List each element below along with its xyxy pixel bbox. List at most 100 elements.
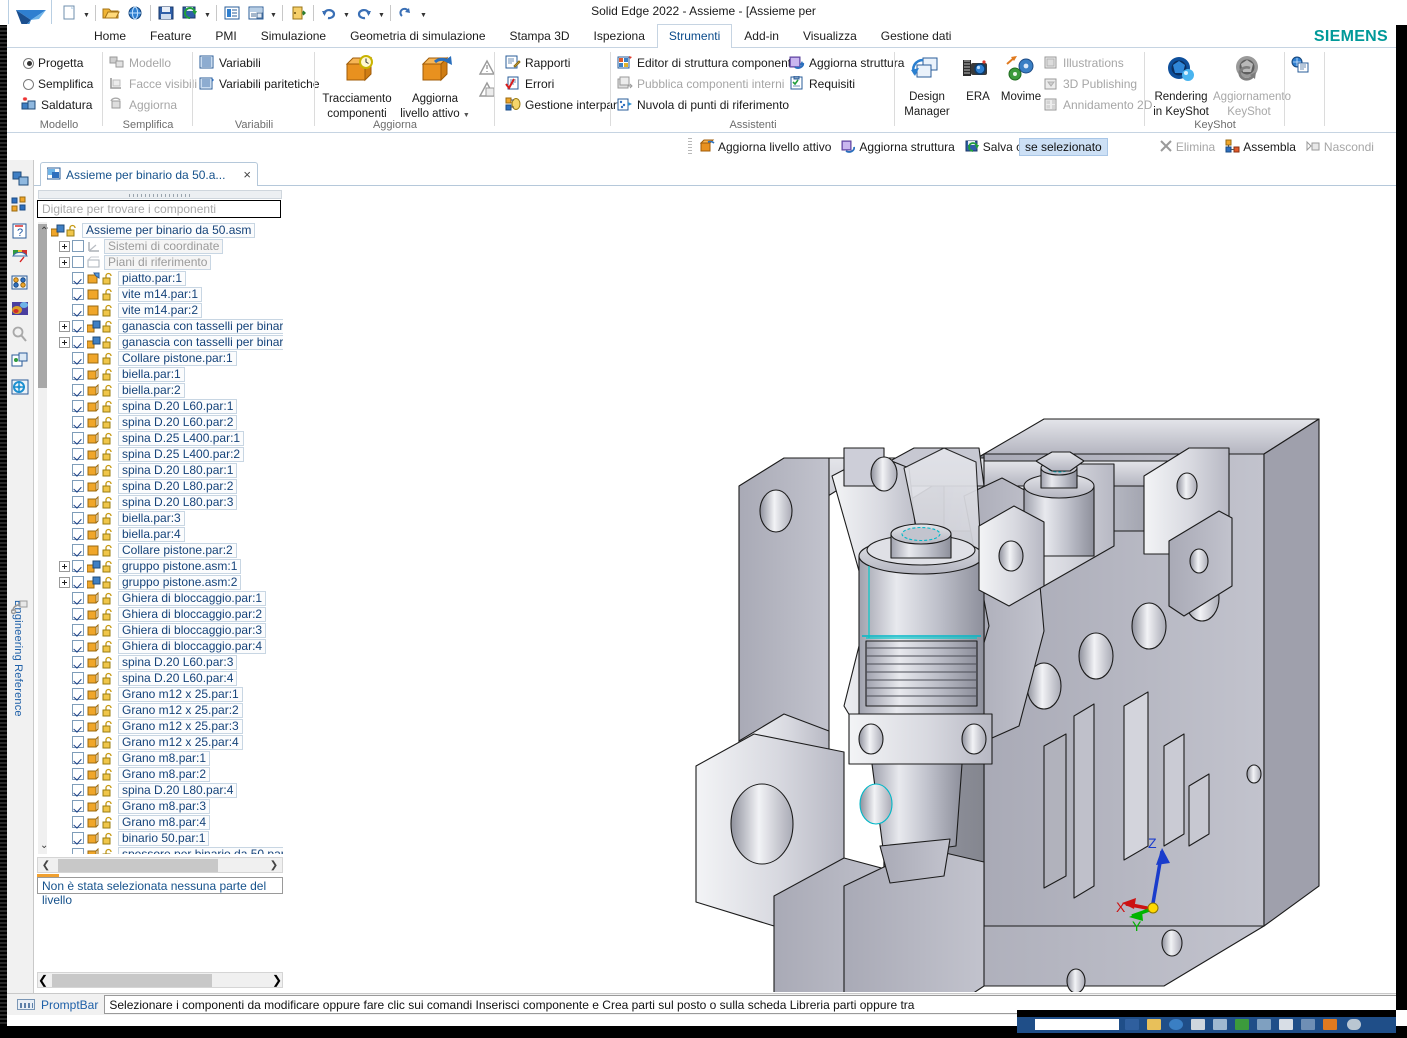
tree-item-row[interactable]: binario 50.par:1: [37, 830, 283, 846]
tree-item-row[interactable]: Grano m12 x 25.par:3: [37, 718, 283, 734]
repeat-icon[interactable]: [395, 3, 417, 24]
visibility-checkbox[interactable]: [72, 304, 84, 316]
tree-item-row[interactable]: Grano m8.par:3: [37, 798, 283, 814]
redo-icon[interactable]: [353, 3, 375, 24]
panel-bottom-scrollbar[interactable]: ❮ ❯: [37, 972, 283, 988]
customize-qat-caret[interactable]: ▼: [419, 3, 428, 24]
tab-strumenti[interactable]: Strumenti: [656, 24, 733, 49]
visibility-checkbox[interactable]: [72, 624, 84, 636]
tree-item-row[interactable]: biella.par:2: [37, 382, 283, 398]
taskbar-app1-icon[interactable]: [1191, 1019, 1205, 1030]
visibility-checkbox[interactable]: [72, 688, 84, 700]
visibility-checkbox[interactable]: [72, 352, 84, 364]
toolbar-drag-grip[interactable]: [688, 138, 692, 156]
tree-item-row[interactable]: Ghiera di bloccaggio.par:4: [37, 638, 283, 654]
save-icon[interactable]: [155, 3, 177, 24]
visibility-checkbox[interactable]: [72, 256, 84, 268]
taskbar-app7-icon[interactable]: [1323, 1019, 1337, 1030]
tab-add-in[interactable]: Add-in: [732, 24, 791, 48]
visibility-checkbox[interactable]: [72, 640, 84, 652]
taskbar-app3-icon[interactable]: [1235, 1019, 1249, 1030]
tree-item-row[interactable]: spina D.25 L400.par:2: [37, 446, 283, 462]
print-preview-icon[interactable]: [245, 3, 267, 24]
save-dropdown-caret[interactable]: ▼: [203, 3, 212, 24]
expand-plus-icon[interactable]: [59, 256, 70, 268]
3d-publishing-button[interactable]: 3D Publishing: [1043, 74, 1137, 94]
visibility-checkbox[interactable]: [72, 448, 84, 460]
undo-dropdown-caret[interactable]: ▼: [342, 3, 351, 24]
aggiorna-struttura-button[interactable]: Aggiorna struttura: [789, 53, 904, 73]
modello-saldatura-button[interactable]: Saldatura: [21, 95, 92, 115]
visibility-checkbox[interactable]: [72, 768, 84, 780]
tree-root-row[interactable]: ⌃ Assieme per binario da 50.asm: [37, 222, 283, 238]
expand-plus-icon[interactable]: [59, 560, 70, 572]
feature-pathfinder-icon[interactable]: [11, 196, 31, 216]
visibility-checkbox[interactable]: [72, 752, 84, 764]
tree-item-row[interactable]: spina D.20 L80.par:2: [37, 478, 283, 494]
visibility-checkbox[interactable]: [72, 704, 84, 716]
save-as-icon[interactable]: [179, 3, 201, 24]
tree-item-row[interactable]: gruppo pistone.asm:2: [37, 574, 283, 590]
scrollbar-thumb[interactable]: [52, 973, 213, 987]
open-document-icon[interactable]: [100, 3, 122, 24]
print-dropdown-caret[interactable]: ▼: [269, 3, 278, 24]
scrollbar-thumb[interactable]: [58, 858, 218, 872]
expand-plus-icon[interactable]: [59, 576, 70, 588]
tree-item-row[interactable]: Sistemi di coordinate: [37, 238, 283, 254]
scrollbar-thumb[interactable]: [38, 224, 47, 388]
visibility-checkbox[interactable]: [72, 528, 84, 540]
modello-progetta-option[interactable]: Progetta: [23, 53, 83, 73]
tree-item-row[interactable]: biella.par:3: [37, 510, 283, 526]
tree-item-row[interactable]: spina D.20 L80.par:3: [37, 494, 283, 510]
tree-item-row[interactable]: Collare pistone.par:1: [37, 350, 283, 366]
scroll-right-arrow-icon[interactable]: ❯: [266, 860, 282, 871]
rendering-in-keyshot-button[interactable]: Rendering in KeyShot: [1147, 54, 1215, 119]
visibility-checkbox[interactable]: [72, 560, 84, 572]
tab-gestione-dati[interactable]: Gestione dati: [869, 24, 964, 48]
taskbar-search-box[interactable]: [1035, 1019, 1119, 1030]
semplifica-modello-button[interactable]: Modello: [109, 53, 171, 73]
tree-item-row[interactable]: spina D.20 L80.par:1: [37, 462, 283, 478]
rapporti-button[interactable]: Rapporti: [505, 53, 570, 73]
visibility-checkbox[interactable]: [72, 496, 84, 508]
tree-item-row[interactable]: Grano m8.par:1: [37, 750, 283, 766]
visibility-checkbox[interactable]: [72, 416, 84, 428]
tree-item-row[interactable]: Grano m12 x 25.par:4: [37, 734, 283, 750]
tree-item-row[interactable]: biella.par:4: [37, 526, 283, 542]
errori-button[interactable]: Errori: [505, 74, 554, 94]
aggiorna-livello-attivo-button[interactable]: Aggiorna livello attivo ▼: [397, 54, 473, 122]
tree-item-row[interactable]: spina D.20 L60.par:4: [37, 670, 283, 686]
tree-item-row[interactable]: ganascia con tasselli per binario: [37, 318, 283, 334]
windows-taskbar[interactable]: [1017, 1017, 1396, 1033]
tree-item-row[interactable]: Grano m8.par:2: [37, 766, 283, 782]
relationships-icon[interactable]: [10, 598, 31, 618]
semplifica-facce-visibili-button[interactable]: Facce visibili: [109, 74, 197, 94]
search-input[interactable]: Digitare per trovare i componenti: [37, 200, 281, 218]
assembly-tree[interactable]: ⌃ Assieme per binario da 50.asm Sistemi …: [37, 222, 283, 854]
tree-item-row[interactable]: piatto.par:1: [37, 270, 283, 286]
tree-item-row[interactable]: gruppo pistone.asm:1: [37, 558, 283, 574]
tab-feature[interactable]: Feature: [138, 24, 203, 48]
tab-geometria-di-simulazione[interactable]: Geometria di simulazione: [338, 24, 497, 48]
illustrations-button[interactable]: Illustrations: [1043, 53, 1124, 73]
tree-scroll-up-caret[interactable]: ⌃: [40, 226, 48, 237]
visibility-checkbox[interactable]: [72, 480, 84, 492]
properties-icon[interactable]: [221, 3, 243, 24]
visibility-checkbox[interactable]: [72, 816, 84, 828]
engineering-reference-icon[interactable]: [11, 378, 31, 398]
tree-item-row[interactable]: spina D.20 L80.par:4: [37, 782, 283, 798]
tab-visualizza[interactable]: Visualizza: [791, 24, 869, 48]
new-document-icon[interactable]: [58, 3, 80, 24]
layers-icon[interactable]: [11, 274, 31, 294]
tab-simulazione[interactable]: Simulazione: [249, 24, 338, 48]
scrollbar-track[interactable]: [54, 858, 266, 872]
visibility-checkbox[interactable]: [72, 368, 84, 380]
help-question-icon[interactable]: ?: [11, 222, 31, 242]
tb2-assembla[interactable]: Assembla: [1220, 138, 1301, 157]
variabili-paritetiche-button[interactable]: Variabili paritetiche: [199, 74, 320, 94]
tree-item-row[interactable]: spessore per binario da 50.par:1: [37, 846, 283, 854]
scroll-right-arrow-icon[interactable]: ❯: [272, 973, 282, 987]
tree-item-row[interactable]: ganascia con tasselli per binario: [37, 334, 283, 350]
tab-stampa-3d[interactable]: Stampa 3D: [498, 24, 582, 48]
scrollbar-track[interactable]: [48, 973, 272, 987]
